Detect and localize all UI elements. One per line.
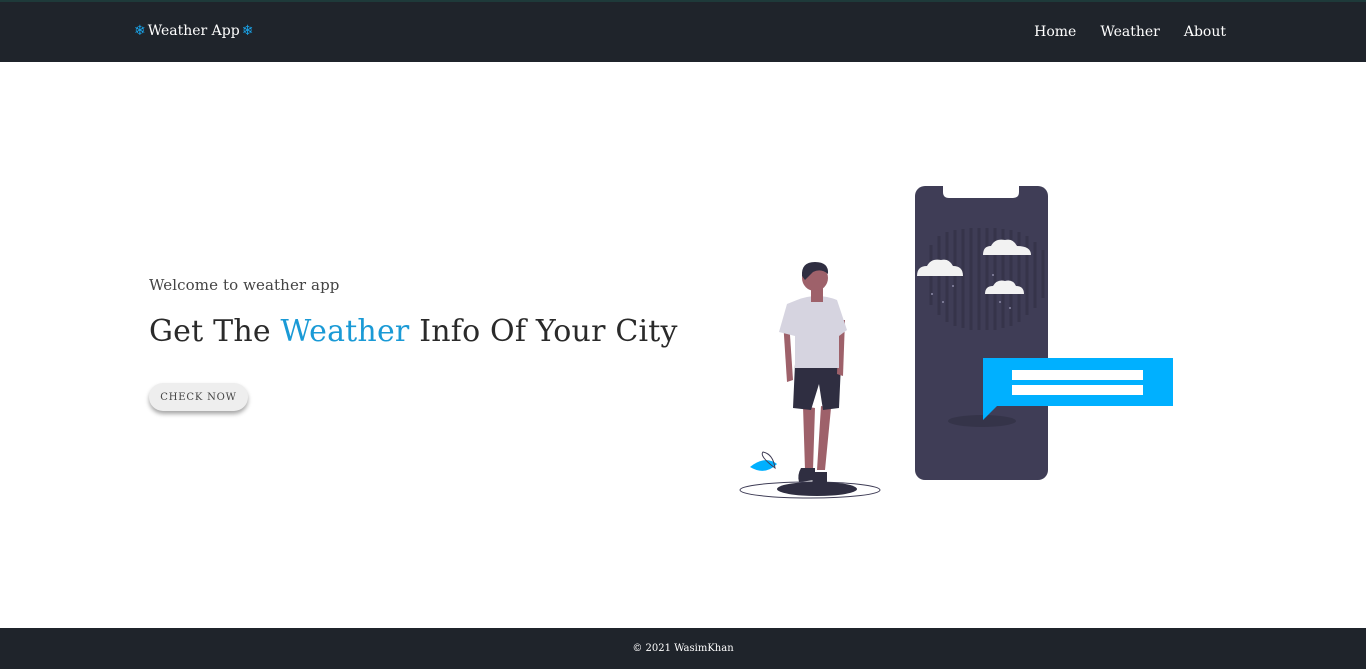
copyright-text: © 2021 WasimKhan (632, 643, 734, 654)
headline-post: Info Of Your City (409, 314, 678, 349)
brand-link[interactable]: ❄ Weather App ❄ (134, 23, 253, 39)
hero-headline: Get The Weather Info Of Your City (149, 314, 678, 349)
snowflake-icon: ❄ (134, 23, 146, 39)
nav-about[interactable]: About (1184, 24, 1226, 40)
weather-illustration (739, 186, 1173, 499)
welcome-text: Welcome to weather app (149, 276, 340, 294)
footer: © 2021 WasimKhan (0, 628, 1366, 669)
navbar: ❄ Weather App ❄ Home Weather About (0, 0, 1366, 62)
snowflake-icon: ❄ (241, 23, 254, 39)
hero-text: Welcome to weather app Get The Weather I… (149, 276, 678, 411)
phone-graphic (915, 186, 1048, 480)
headline-accent: Weather (280, 314, 410, 349)
plant-graphic (750, 451, 777, 471)
check-now-button[interactable]: CHECK NOW (149, 383, 248, 411)
headline-pre: Get The (149, 314, 281, 349)
brand-title: Weather App (147, 23, 240, 39)
person-graphic (779, 262, 847, 492)
nav-links: Home Weather About (1034, 24, 1226, 40)
nav-home[interactable]: Home (1034, 24, 1076, 40)
nav-weather[interactable]: Weather (1100, 24, 1160, 40)
